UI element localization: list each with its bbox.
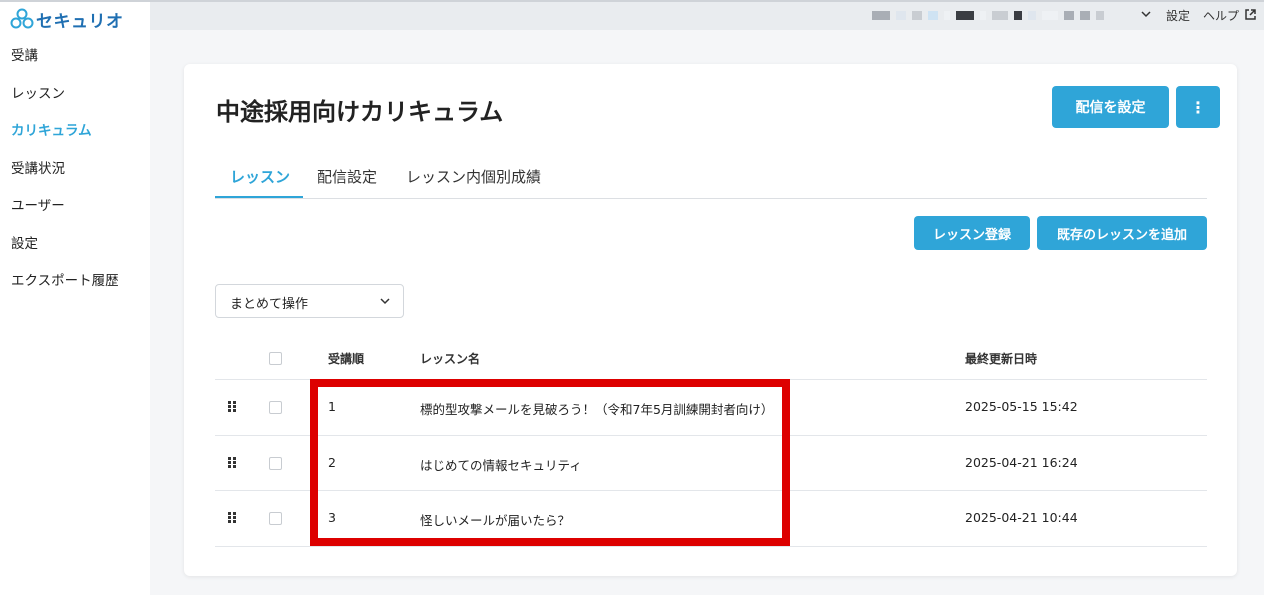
add-existing-lesson-button[interactable]: 既存のレッスンを追加 [1037,216,1207,250]
more-vertical-icon: ⋮ [1190,97,1206,117]
sidebar-item-attend[interactable]: 受講 [0,38,150,76]
lesson-table: 受講順 レッスン名 最終更新日時 1 標的型攻撃メールを見破ろう！（令和7年5月… [215,340,1207,547]
select-all-checkbox[interactable] [269,352,282,365]
bulk-action-select[interactable]: まとめて操作 [215,284,404,318]
curriculum-card: 中途採用向けカリキュラム 配信を設定 ⋮ レッスン 配信設定 レッスン内個別成績… [184,64,1237,576]
row-updated-at: 2025-04-21 10:44 [965,510,1078,525]
header-settings-link[interactable]: 設定 [1166,7,1190,24]
row-lesson-name[interactable]: 怪しいメールが届いたら？ [420,510,570,529]
tab-delivery-settings[interactable]: 配信設定 [317,166,377,187]
deliver-settings-button[interactable]: 配信を設定 [1052,86,1169,128]
row-checkbox[interactable] [269,456,282,470]
row-updated-at: 2025-04-21 16:24 [965,454,1078,470]
sidebar-item-curriculum[interactable]: カリキュラム [0,113,150,151]
sidebar-nav: 受講 レッスン カリキュラム 受講状況 ユーザー 設定 エクスポート履歴 [0,38,150,301]
header-help-link[interactable]: ヘルプ [1203,7,1239,24]
external-link-icon[interactable] [1244,8,1257,21]
row-updated-at: 2025-05-15 15:42 [965,399,1078,414]
sidebar-item-export-history[interactable]: エクスポート履歴 [0,263,150,301]
logo-icon [10,8,34,29]
row-order: 2 [328,454,336,470]
chevron-down-icon [380,298,390,305]
logo[interactable]: セキュリオ [10,8,124,32]
tab-bar: レッスン 配信設定 レッスン内個別成績 [215,158,1207,199]
drag-handle-icon[interactable] [228,401,236,412]
row-order: 3 [328,510,336,525]
tab-individual-results[interactable]: レッスン内個別成績 [406,166,541,187]
table-header: 受講順 レッスン名 最終更新日時 [215,340,1207,380]
more-options-button[interactable]: ⋮ [1176,86,1220,128]
page-title: 中途採用向けカリキュラム [216,98,504,126]
sidebar-item-lessons[interactable]: レッスン [0,76,150,114]
bulk-action-value: まとめて操作 [230,297,309,312]
sidebar: セキュリオ 受講 レッスン カリキュラム 受講状況 ユーザー 設定 エクスポート… [0,2,150,595]
row-checkbox[interactable] [269,512,282,525]
active-tab-indicator [215,196,303,198]
row-order: 1 [328,399,336,414]
register-lesson-button[interactable]: レッスン登録 [914,216,1030,250]
account-name-redacted[interactable] [872,9,1110,22]
table-row: 1 標的型攻撃メールを見破ろう！（令和7年5月訓練開封者向け） 2025-05-… [215,380,1207,436]
sidebar-item-users[interactable]: ユーザー [0,188,150,226]
column-lesson-name: レッスン名 [420,352,481,366]
column-updated-at: 最終更新日時 [965,352,1038,366]
sidebar-item-attendance-status[interactable]: 受講状況 [0,151,150,189]
drag-handle-icon[interactable] [228,456,236,468]
row-checkbox[interactable] [269,401,282,414]
tab-lessons[interactable]: レッスン [230,166,290,187]
row-lesson-name[interactable]: はじめての情報セキュリティ [420,455,582,474]
row-lesson-name[interactable]: 標的型攻撃メールを見破ろう！（令和7年5月訓練開封者向け） [420,399,773,418]
sidebar-item-settings[interactable]: 設定 [0,226,150,264]
chevron-down-icon[interactable] [1140,8,1152,20]
logo-text: セキュリオ [36,11,124,32]
drag-handle-icon[interactable] [228,512,236,523]
table-row: 3 怪しいメールが届いたら？ 2025-04-21 10:44 [215,491,1207,547]
table-row: 2 はじめての情報セキュリティ 2025-04-21 16:24 [215,436,1207,491]
top-header: 設定 ヘルプ [150,2,1264,30]
column-order: 受講順 [328,352,365,366]
